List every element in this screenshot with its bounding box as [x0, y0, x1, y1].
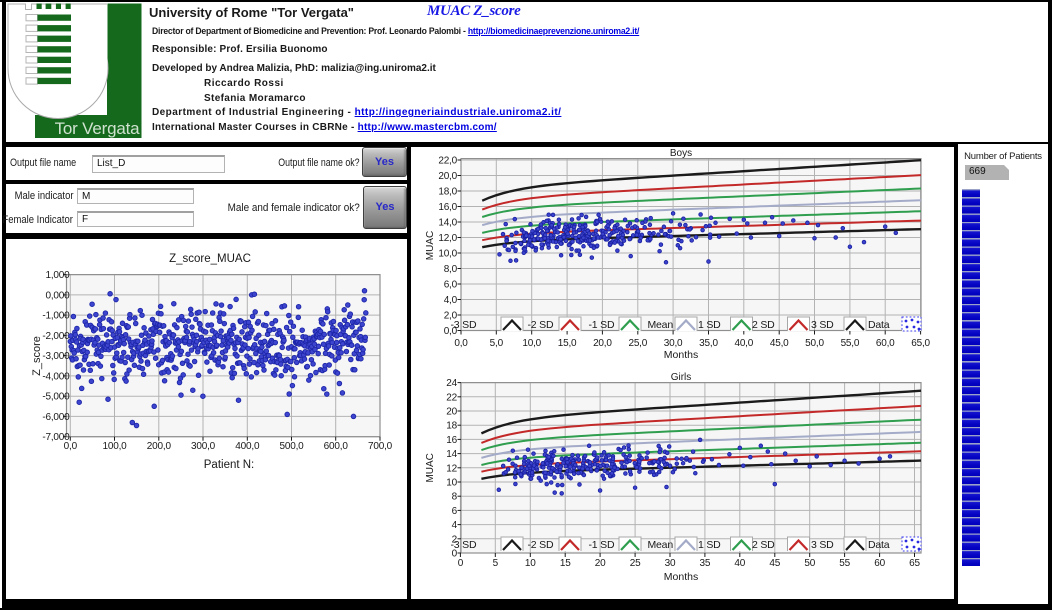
svg-text:Months: Months [664, 349, 698, 361]
svg-text:Boys: Boys [670, 148, 692, 159]
svg-text:8: 8 [452, 492, 458, 503]
svg-text:400,0: 400,0 [235, 441, 260, 452]
svg-text:2 SD: 2 SD [752, 319, 775, 331]
svg-text:MUAC: MUAC [425, 231, 436, 260]
svg-text:30,0: 30,0 [664, 338, 683, 349]
svg-text:20,0: 20,0 [593, 338, 612, 349]
svg-text:-1 SD: -1 SD [589, 539, 615, 551]
svg-text:-3 SD: -3 SD [451, 539, 477, 551]
svg-text:65,0: 65,0 [911, 338, 930, 349]
svg-text:22: 22 [446, 392, 457, 403]
svg-text:1 SD: 1 SD [698, 539, 721, 551]
svg-text:700,0: 700,0 [368, 441, 393, 452]
svg-text:50: 50 [804, 558, 815, 569]
svg-text:-1 SD: -1 SD [589, 319, 615, 331]
svg-text:-4,000: -4,000 [42, 371, 70, 382]
svg-text:24: 24 [446, 378, 457, 389]
svg-text:0,0: 0,0 [454, 338, 468, 349]
svg-text:-2,000: -2,000 [42, 331, 70, 342]
svg-text:3 SD: 3 SD [811, 319, 834, 331]
svg-text:16,0: 16,0 [438, 202, 457, 213]
svg-text:0,0: 0,0 [64, 441, 78, 452]
svg-text:-5,000: -5,000 [42, 392, 70, 403]
svg-text:Tor Vergata: Tor Vergata [55, 119, 140, 138]
svg-text:14: 14 [446, 449, 457, 460]
svg-text:18,0: 18,0 [438, 187, 457, 198]
svg-text:-6,000: -6,000 [42, 412, 70, 423]
svg-text:500,0: 500,0 [279, 441, 304, 452]
svg-text:55: 55 [839, 558, 850, 569]
svg-text:10,0: 10,0 [522, 338, 541, 349]
svg-text:100,0: 100,0 [102, 441, 127, 452]
svg-text:15,0: 15,0 [558, 338, 577, 349]
svg-text:20: 20 [446, 407, 457, 418]
svg-text:14,0: 14,0 [438, 218, 457, 229]
svg-text:-2 SD: -2 SD [528, 319, 554, 331]
svg-text:4: 4 [452, 520, 458, 531]
svg-text:35,0: 35,0 [699, 338, 718, 349]
svg-text:45,0: 45,0 [770, 338, 789, 349]
svg-text:Girls: Girls [671, 372, 692, 383]
svg-text:25: 25 [630, 558, 641, 569]
svg-text:300,0: 300,0 [191, 441, 216, 452]
svg-text:-3 SD: -3 SD [451, 319, 477, 331]
svg-text:Patient N:: Patient N: [204, 459, 255, 471]
svg-text:MUAC: MUAC [425, 453, 436, 482]
svg-text:Months: Months [664, 571, 698, 583]
svg-text:1 SD: 1 SD [698, 319, 721, 331]
svg-text:Mean: Mean [648, 319, 674, 331]
svg-text:60: 60 [874, 558, 885, 569]
svg-text:6,0: 6,0 [444, 280, 458, 291]
svg-text:60,0: 60,0 [876, 338, 895, 349]
svg-text:Data: Data [868, 319, 890, 331]
svg-text:5,0: 5,0 [490, 338, 504, 349]
svg-text:55,0: 55,0 [841, 338, 860, 349]
svg-text:35: 35 [700, 558, 711, 569]
svg-text:5: 5 [493, 558, 499, 569]
svg-text:65: 65 [909, 558, 920, 569]
svg-text:Data: Data [868, 539, 890, 551]
svg-text:22,0: 22,0 [438, 156, 457, 167]
svg-text:18: 18 [446, 421, 457, 432]
svg-text:600,0: 600,0 [324, 441, 349, 452]
svg-text:16: 16 [446, 435, 457, 446]
svg-text:10,0: 10,0 [438, 249, 457, 260]
svg-text:20,0: 20,0 [438, 171, 457, 182]
svg-text:25,0: 25,0 [628, 338, 647, 349]
svg-text:Z_score: Z_score [31, 336, 43, 376]
svg-text:3 SD: 3 SD [811, 539, 834, 551]
svg-text:8,0: 8,0 [444, 264, 458, 275]
svg-text:12: 12 [446, 463, 457, 474]
svg-text:2 SD: 2 SD [752, 539, 775, 551]
svg-text:4,0: 4,0 [444, 295, 458, 306]
svg-text:15: 15 [560, 558, 571, 569]
svg-text:0,000: 0,000 [45, 290, 70, 301]
svg-text:-3,000: -3,000 [42, 351, 70, 362]
svg-text:20: 20 [595, 558, 606, 569]
svg-text:1,000: 1,000 [45, 270, 70, 281]
svg-text:Z_score_MUAC: Z_score_MUAC [169, 253, 251, 265]
svg-text:0: 0 [458, 558, 464, 569]
svg-text:12,0: 12,0 [438, 233, 457, 244]
svg-text:Mean: Mean [648, 539, 674, 551]
svg-text:50,0: 50,0 [805, 338, 824, 349]
svg-text:45: 45 [769, 558, 780, 569]
svg-text:10: 10 [525, 558, 536, 569]
svg-text:10: 10 [446, 478, 457, 489]
svg-text:40: 40 [734, 558, 745, 569]
svg-text:-2 SD: -2 SD [528, 539, 554, 551]
svg-text:30: 30 [665, 558, 676, 569]
svg-text:40,0: 40,0 [734, 338, 753, 349]
svg-text:-1,000: -1,000 [42, 311, 70, 322]
svg-text:200,0: 200,0 [147, 441, 172, 452]
svg-text:6: 6 [452, 506, 458, 517]
